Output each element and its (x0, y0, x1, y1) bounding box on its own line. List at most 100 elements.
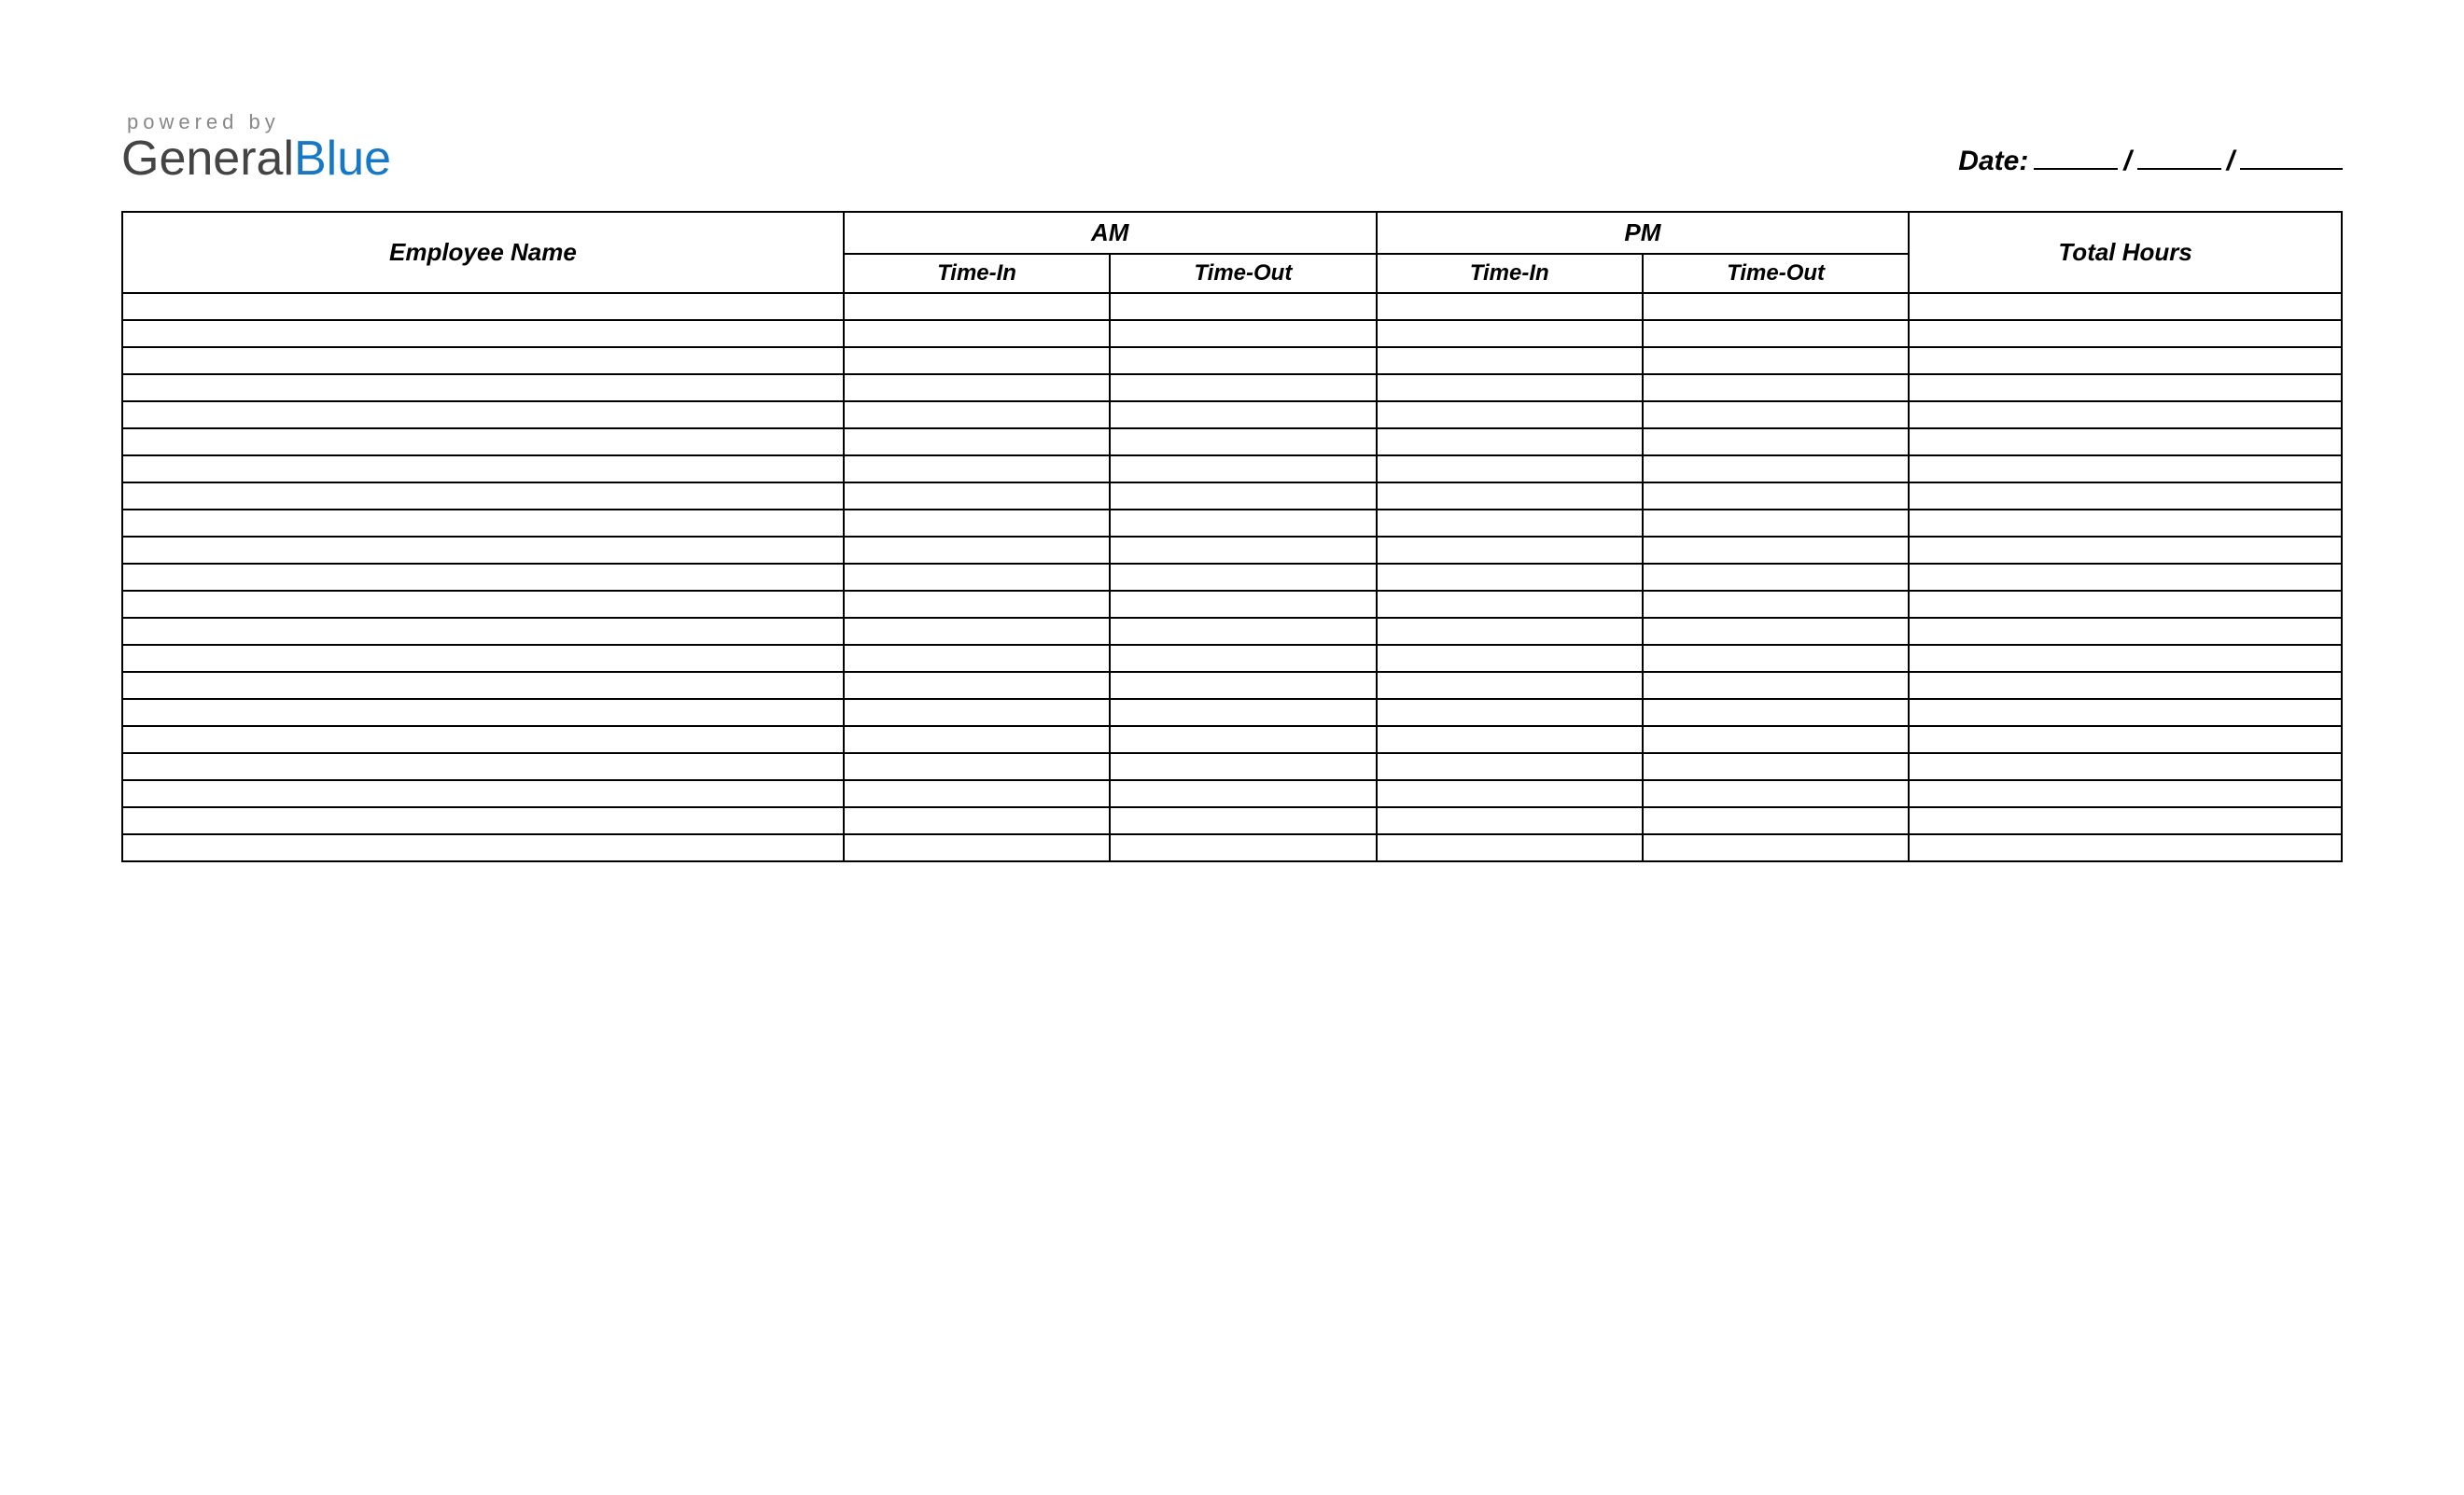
cell[interactable] (1909, 537, 2342, 564)
cell[interactable] (1909, 834, 2342, 861)
cell[interactable] (1110, 699, 1376, 726)
cell[interactable] (122, 455, 844, 482)
cell[interactable] (1909, 347, 2342, 374)
date-month-blank[interactable] (2034, 139, 2118, 170)
cell[interactable] (844, 537, 1110, 564)
cell[interactable] (1110, 320, 1376, 347)
cell[interactable] (122, 699, 844, 726)
cell[interactable] (1110, 347, 1376, 374)
date-year-blank[interactable] (2240, 139, 2343, 170)
cell[interactable] (1643, 564, 1909, 591)
cell[interactable] (122, 807, 844, 834)
cell[interactable] (1110, 482, 1376, 510)
cell[interactable] (1909, 672, 2342, 699)
cell[interactable] (1909, 780, 2342, 807)
cell[interactable] (1643, 537, 1909, 564)
cell[interactable] (122, 780, 844, 807)
cell[interactable] (1377, 591, 1643, 618)
cell[interactable] (1909, 591, 2342, 618)
cell[interactable] (122, 428, 844, 455)
cell[interactable] (1110, 455, 1376, 482)
cell[interactable] (1909, 726, 2342, 753)
cell[interactable] (844, 401, 1110, 428)
cell[interactable] (1110, 401, 1376, 428)
cell[interactable] (844, 510, 1110, 537)
cell[interactable] (1377, 834, 1643, 861)
cell[interactable] (1643, 482, 1909, 510)
cell[interactable] (1377, 401, 1643, 428)
cell[interactable] (122, 672, 844, 699)
cell[interactable] (122, 591, 844, 618)
cell[interactable] (1377, 753, 1643, 780)
cell[interactable] (122, 293, 844, 320)
cell[interactable] (1377, 618, 1643, 645)
cell[interactable] (844, 780, 1110, 807)
cell[interactable] (122, 645, 844, 672)
date-field[interactable]: Date: / / (1958, 139, 2343, 183)
cell[interactable] (1110, 591, 1376, 618)
cell[interactable] (122, 510, 844, 537)
cell[interactable] (1643, 780, 1909, 807)
cell[interactable] (844, 753, 1110, 780)
cell[interactable] (1909, 618, 2342, 645)
cell[interactable] (122, 564, 844, 591)
cell[interactable] (1909, 428, 2342, 455)
cell[interactable] (844, 618, 1110, 645)
cell[interactable] (1643, 672, 1909, 699)
cell[interactable] (1110, 726, 1376, 753)
cell[interactable] (1110, 293, 1376, 320)
cell[interactable] (1377, 510, 1643, 537)
cell[interactable] (1643, 591, 1909, 618)
cell[interactable] (1110, 374, 1376, 401)
cell[interactable] (1909, 320, 2342, 347)
cell[interactable] (844, 482, 1110, 510)
cell[interactable] (1110, 807, 1376, 834)
cell[interactable] (1110, 428, 1376, 455)
cell[interactable] (1909, 753, 2342, 780)
cell[interactable] (122, 726, 844, 753)
cell[interactable] (844, 320, 1110, 347)
cell[interactable] (1909, 455, 2342, 482)
cell[interactable] (122, 320, 844, 347)
cell[interactable] (844, 374, 1110, 401)
cell[interactable] (844, 645, 1110, 672)
cell[interactable] (844, 347, 1110, 374)
cell[interactable] (1377, 672, 1643, 699)
cell[interactable] (1377, 428, 1643, 455)
cell[interactable] (1377, 807, 1643, 834)
cell[interactable] (122, 834, 844, 861)
cell[interactable] (1643, 401, 1909, 428)
cell[interactable] (1643, 293, 1909, 320)
cell[interactable] (1377, 374, 1643, 401)
cell[interactable] (122, 401, 844, 428)
cell[interactable] (1377, 537, 1643, 564)
cell[interactable] (122, 537, 844, 564)
cell[interactable] (1110, 618, 1376, 645)
cell[interactable] (1377, 320, 1643, 347)
cell[interactable] (1909, 401, 2342, 428)
cell[interactable] (1643, 807, 1909, 834)
date-day-blank[interactable] (2137, 139, 2221, 170)
cell[interactable] (122, 374, 844, 401)
cell[interactable] (1110, 753, 1376, 780)
cell[interactable] (1643, 455, 1909, 482)
cell[interactable] (1909, 510, 2342, 537)
cell[interactable] (1643, 510, 1909, 537)
cell[interactable] (1110, 564, 1376, 591)
cell[interactable] (1110, 645, 1376, 672)
cell[interactable] (1110, 537, 1376, 564)
cell[interactable] (844, 807, 1110, 834)
cell[interactable] (1643, 726, 1909, 753)
cell[interactable] (1110, 672, 1376, 699)
cell[interactable] (1377, 780, 1643, 807)
cell[interactable] (844, 699, 1110, 726)
cell[interactable] (1377, 699, 1643, 726)
cell[interactable] (844, 564, 1110, 591)
cell[interactable] (844, 428, 1110, 455)
cell[interactable] (1643, 320, 1909, 347)
cell[interactable] (122, 618, 844, 645)
cell[interactable] (1110, 510, 1376, 537)
cell[interactable] (1110, 780, 1376, 807)
cell[interactable] (1909, 564, 2342, 591)
cell[interactable] (1377, 726, 1643, 753)
